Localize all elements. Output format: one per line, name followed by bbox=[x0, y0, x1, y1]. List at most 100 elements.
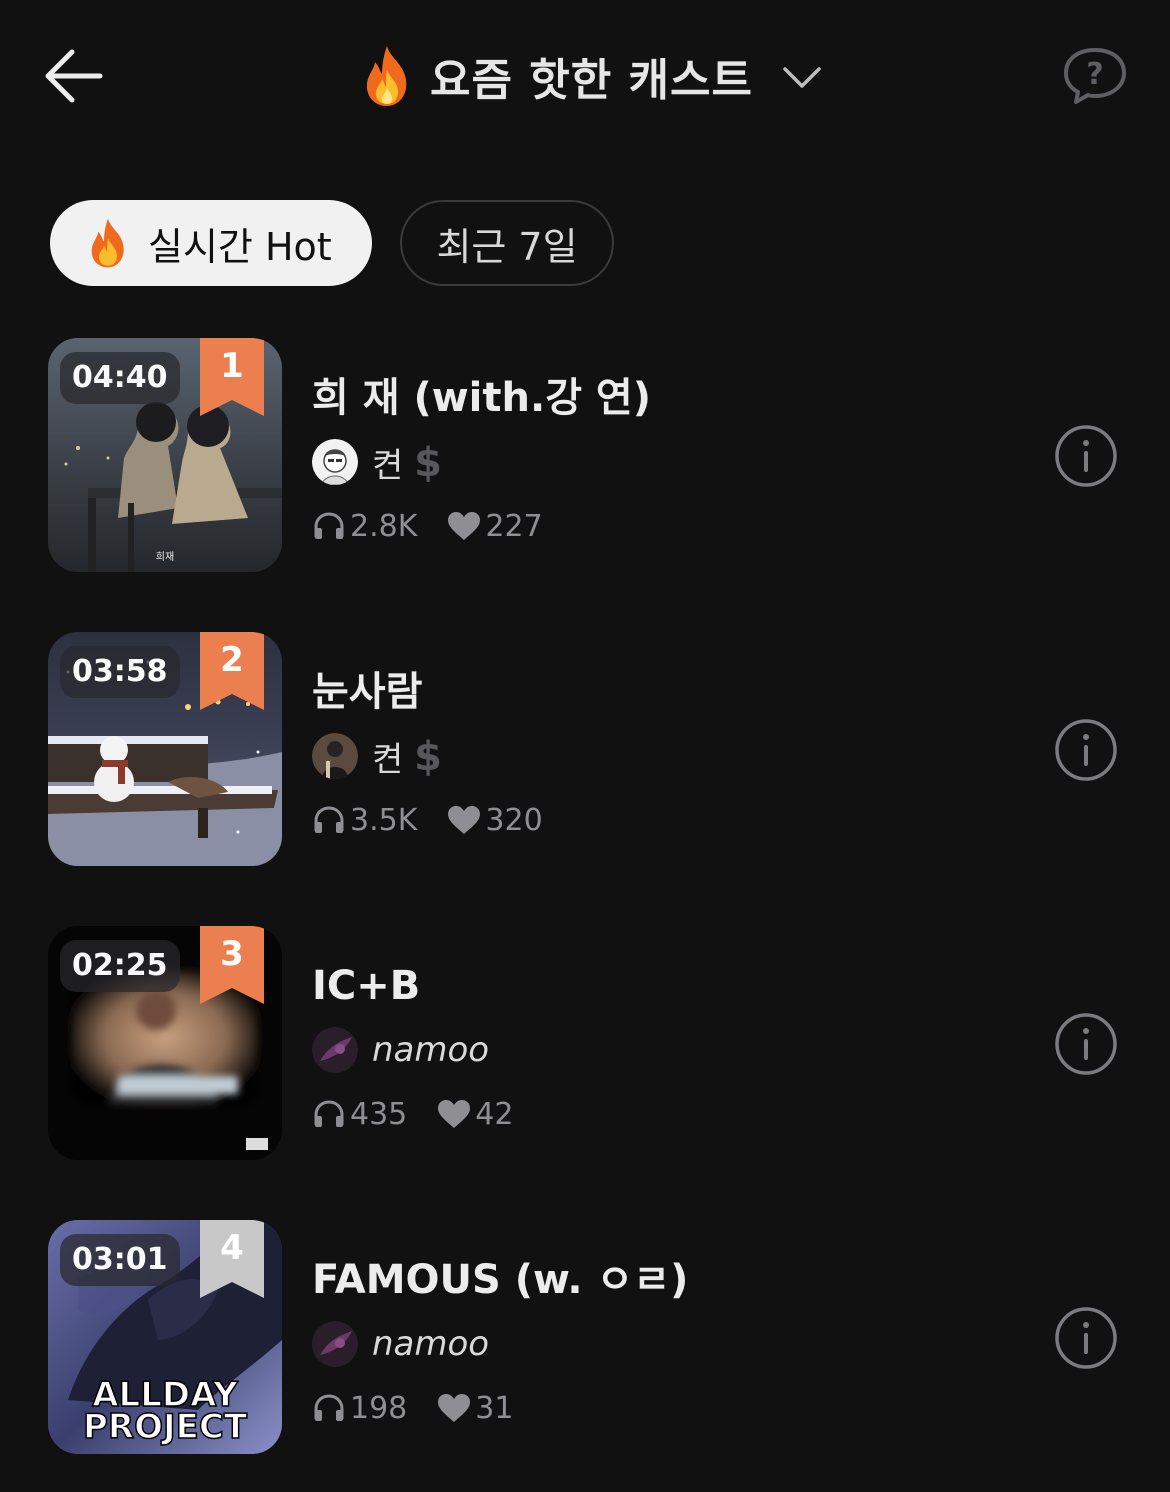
artist-row: namoo bbox=[312, 1016, 1012, 1084]
play-count: 3.5K bbox=[312, 803, 417, 838]
stats-row: 435 42 bbox=[312, 1084, 1012, 1144]
tab-realtime-hot[interactable]: 실시간 Hot bbox=[50, 200, 372, 286]
tab-realtime-hot-label: 실시간 Hot bbox=[148, 224, 332, 269]
headphones-icon bbox=[314, 1100, 344, 1127]
info-circle-icon bbox=[1055, 1013, 1117, 1075]
dollar-icon: $ bbox=[414, 734, 442, 778]
stats-row: 198 31 bbox=[312, 1378, 1012, 1438]
cover-art: 희재 04:40 1 bbox=[48, 338, 282, 572]
rank-number: 2 bbox=[220, 640, 244, 680]
svg-text:$: $ bbox=[414, 734, 442, 778]
play-count-value: 198 bbox=[350, 1390, 408, 1426]
item-info: FAMOUS (w. ㅇㄹ) namoo 198 31 bbox=[312, 1250, 1012, 1438]
back-button[interactable] bbox=[40, 40, 112, 112]
rank-number: 4 bbox=[220, 1228, 244, 1268]
list-item[interactable]: 희재 04:40 1 희 재 (with.강 연) 켠 $ 2.8K 227 bbox=[0, 338, 1170, 632]
artist-row: 켠 $ bbox=[312, 428, 1012, 496]
like-count: 31 bbox=[437, 1391, 513, 1426]
avatar bbox=[312, 1027, 358, 1073]
headphones-icon bbox=[314, 512, 344, 539]
artist-name: 켠 bbox=[372, 445, 404, 486]
rank-number: 1 bbox=[220, 346, 244, 386]
info-circle-icon bbox=[1055, 719, 1117, 781]
rank-badge: 2 bbox=[200, 632, 264, 710]
item-info: 눈사람 켠 $ 3.5K 320 bbox=[312, 662, 1012, 850]
avatar bbox=[312, 1321, 358, 1367]
artist-row: namoo bbox=[312, 1310, 1012, 1378]
title-dropdown[interactable]: 요즘 핫한 캐스트 bbox=[360, 40, 823, 112]
like-count: 227 bbox=[447, 508, 543, 544]
list-item[interactable]: 02:25 3 IC+B namoo 435 42 bbox=[0, 926, 1170, 1220]
list-item[interactable]: 03:58 2 눈사람 켠 $ 3.5K 320 bbox=[0, 632, 1170, 926]
like-count-value: 227 bbox=[485, 508, 543, 544]
avatar bbox=[312, 439, 358, 485]
cover-caption-line-2: PROJECT bbox=[83, 1407, 248, 1447]
rank-badge: 4 bbox=[200, 1220, 264, 1298]
fire-icon bbox=[91, 218, 124, 268]
artist-row: 켠 $ bbox=[312, 722, 1012, 790]
chevron-down-icon bbox=[783, 67, 821, 88]
arrow-left-icon bbox=[45, 49, 103, 103]
help-button[interactable]: ? bbox=[1062, 46, 1128, 106]
info-button[interactable] bbox=[1054, 1306, 1118, 1370]
cast-title: FAMOUS (w. ㅇㄹ) bbox=[312, 1257, 689, 1303]
duration-badge: 02:25 bbox=[60, 940, 180, 992]
play-count: 198 bbox=[312, 1391, 407, 1426]
info-button[interactable] bbox=[1054, 424, 1118, 488]
play-count-value: 2.8K bbox=[350, 508, 418, 544]
duration-badge: 03:58 bbox=[60, 646, 180, 698]
like-count-value: 320 bbox=[485, 802, 543, 838]
like-count: 320 bbox=[447, 802, 543, 838]
play-count: 2.8K bbox=[312, 509, 417, 544]
play-count-value: 435 bbox=[350, 1096, 408, 1132]
cast-title: 희 재 (with.강 연) bbox=[312, 375, 651, 421]
tab-recent-7-days[interactable]: 최근 7일 bbox=[400, 200, 614, 286]
artist-name: namoo bbox=[372, 1324, 490, 1364]
headphones-icon bbox=[314, 806, 344, 833]
page-title: 요즘 핫한 캐스트 bbox=[430, 55, 753, 106]
cover-caption: 희재 bbox=[156, 551, 174, 563]
info-button[interactable] bbox=[1054, 1012, 1118, 1076]
avatar bbox=[312, 733, 358, 779]
cover-art: 03:58 2 bbox=[48, 632, 282, 866]
artist-name: 켠 bbox=[372, 739, 404, 780]
duration-badge: 03:01 bbox=[60, 1234, 180, 1286]
hot-casts-screen: 요즘 핫한 캐스트 ? 실시간 Hot 최근 7일 희재 04:40 1 희 재… bbox=[0, 0, 1170, 1492]
artist-name: namoo bbox=[372, 1030, 490, 1070]
duration-badge: 04:40 bbox=[60, 352, 180, 404]
rank-number: 3 bbox=[220, 934, 244, 974]
like-count-value: 42 bbox=[475, 1096, 514, 1132]
stats-row: 2.8K 227 bbox=[312, 496, 1012, 556]
dollar-icon: $ bbox=[414, 440, 442, 484]
like-count-value: 31 bbox=[475, 1390, 514, 1426]
heart-icon bbox=[438, 1100, 471, 1128]
cover-art: 02:25 3 bbox=[48, 926, 282, 1160]
tab-recent-7-days-label: 최근 7일 bbox=[436, 224, 578, 269]
heart-icon bbox=[448, 512, 481, 540]
cast-title: 눈사람 bbox=[312, 669, 423, 715]
stats-row: 3.5K 320 bbox=[312, 790, 1012, 850]
info-circle-icon bbox=[1055, 1307, 1117, 1369]
cover-art: ALLDAY PROJECT 03:01 4 bbox=[48, 1220, 282, 1454]
play-count-value: 3.5K bbox=[350, 802, 418, 838]
header: 요즘 핫한 캐스트 ? bbox=[0, 0, 1170, 150]
info-circle-icon bbox=[1055, 425, 1117, 487]
svg-text:?: ? bbox=[1086, 57, 1103, 92]
like-count: 42 bbox=[437, 1097, 513, 1132]
list-item[interactable]: ALLDAY PROJECT 03:01 4 FAMOUS (w. ㅇㄹ) na… bbox=[0, 1220, 1170, 1492]
cast-list: 희재 04:40 1 희 재 (with.강 연) 켠 $ 2.8K 227 0… bbox=[0, 338, 1170, 1492]
heart-icon bbox=[448, 806, 481, 834]
play-count: 435 bbox=[312, 1097, 407, 1132]
info-button[interactable] bbox=[1054, 718, 1118, 782]
headphones-icon bbox=[314, 1394, 344, 1421]
cast-title: IC+B bbox=[312, 963, 421, 1009]
svg-text:$: $ bbox=[414, 440, 442, 484]
fire-icon bbox=[366, 46, 407, 106]
item-info: 희 재 (with.강 연) 켠 $ 2.8K 227 bbox=[312, 368, 1012, 556]
rank-badge: 1 bbox=[200, 338, 264, 416]
item-info: IC+B namoo 435 42 bbox=[312, 956, 1012, 1144]
heart-icon bbox=[438, 1394, 471, 1422]
help-chat-icon: ? bbox=[1064, 48, 1126, 104]
rank-badge: 3 bbox=[200, 926, 264, 1004]
filter-tabs: 실시간 Hot 최근 7일 bbox=[50, 200, 614, 286]
